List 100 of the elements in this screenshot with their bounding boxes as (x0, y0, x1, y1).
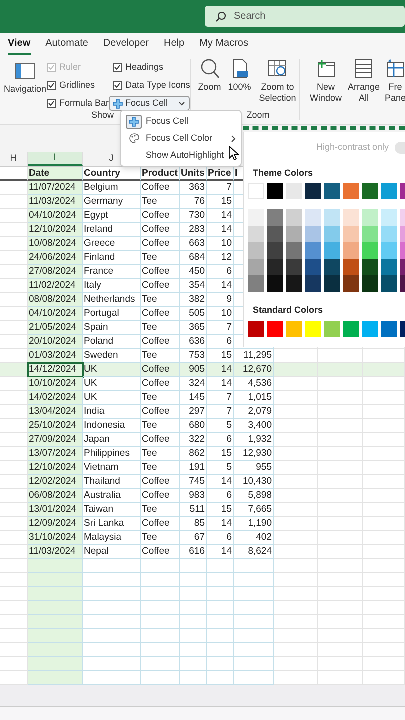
empty-cell (363, 517, 405, 531)
color-swatch[interactable] (362, 183, 378, 199)
color-swatch[interactable] (305, 183, 321, 199)
color-swatch[interactable] (305, 209, 321, 226)
color-swatch[interactable] (343, 275, 359, 292)
table-cell: 15 (207, 503, 234, 517)
empty-cell (28, 657, 83, 671)
color-swatch[interactable] (286, 242, 302, 258)
empty-cell (274, 587, 318, 601)
color-swatch[interactable] (305, 226, 321, 242)
color-swatch[interactable] (267, 275, 283, 292)
color-swatch[interactable] (248, 183, 264, 199)
table-cell: 11/02/2024 (28, 279, 83, 293)
table-cell: Philippines (83, 447, 141, 461)
ribbon-tab[interactable]: Automate (46, 36, 88, 55)
ribbon-tab[interactable]: Developer (103, 36, 150, 55)
search-field[interactable]: Search (205, 6, 405, 27)
color-swatch[interactable] (305, 320, 321, 336)
empty-cell (318, 419, 363, 433)
checkbox[interactable]: Gridlines (46, 78, 113, 93)
checkmark-icon (114, 64, 121, 71)
color-swatch[interactable] (248, 209, 264, 226)
color-swatch[interactable] (381, 209, 397, 226)
color-swatch[interactable] (381, 242, 397, 258)
group-label: Zoom (246, 108, 270, 122)
menu-item[interactable]: Focus Cell (121, 113, 241, 130)
color-swatch[interactable] (343, 183, 359, 199)
color-swatch[interactable] (324, 258, 340, 275)
color-swatch[interactable] (305, 275, 321, 292)
empty-cell (234, 601, 274, 615)
checkbox[interactable]: Data Type Icons (112, 78, 190, 93)
focus-cell-button[interactable]: Focus Cell (108, 96, 190, 111)
color-swatch[interactable] (267, 242, 283, 258)
navigation-button[interactable]: Navigation (4, 59, 47, 113)
color-swatch[interactable] (267, 226, 283, 242)
ribbon-button[interactable]: Arrange All (347, 59, 381, 104)
color-swatch[interactable] (324, 183, 340, 199)
empty-cell (274, 447, 318, 461)
checkbox[interactable]: Headings (112, 60, 190, 75)
menu-item[interactable]: Focus Cell Color (121, 130, 241, 147)
color-swatch[interactable] (343, 209, 359, 226)
color-swatch[interactable] (343, 242, 359, 258)
color-swatch[interactable] (324, 209, 340, 226)
color-swatch[interactable] (362, 275, 378, 292)
color-swatch[interactable] (248, 242, 264, 258)
empty-cell (141, 615, 180, 629)
color-swatch[interactable] (381, 226, 397, 242)
color-swatch[interactable] (267, 258, 283, 275)
table-cell: 10/10/2024 (28, 377, 83, 391)
table-cell: 862 (180, 447, 207, 461)
color-swatch[interactable] (362, 209, 378, 226)
color-swatch[interactable] (381, 275, 397, 292)
color-swatch[interactable] (248, 275, 264, 292)
empty-cell (363, 587, 405, 601)
table-cell: 14 (207, 223, 234, 237)
empty-cell (363, 559, 405, 573)
color-swatch[interactable] (267, 209, 283, 226)
color-swatch[interactable] (324, 242, 340, 258)
color-swatch[interactable] (343, 258, 359, 275)
table-cell: 2,079 (234, 405, 274, 419)
empty-cell (234, 573, 274, 587)
ribbon-button[interactable]: New Window (309, 59, 343, 104)
ribbon-button[interactable]: Zoom to Selection (256, 59, 299, 104)
table-cell: Tee (141, 391, 180, 405)
color-swatch[interactable] (324, 275, 340, 292)
color-swatch[interactable] (343, 226, 359, 242)
color-swatch[interactable] (286, 275, 302, 292)
color-swatch[interactable] (362, 242, 378, 258)
color-swatch[interactable] (324, 226, 340, 242)
color-swatch[interactable] (267, 183, 283, 199)
color-swatch[interactable] (362, 226, 378, 242)
color-swatch[interactable] (267, 320, 283, 336)
color-swatch[interactable] (286, 209, 302, 226)
table-cell: 9 (207, 293, 234, 307)
table-cell: 12 (207, 251, 234, 265)
color-swatch[interactable] (248, 226, 264, 242)
color-swatch[interactable] (381, 258, 397, 275)
column-header[interactable]: I (28, 152, 83, 166)
ribbon-tab[interactable]: Help (164, 36, 185, 55)
color-swatch[interactable] (381, 183, 397, 199)
color-swatch[interactable] (286, 258, 302, 275)
color-swatch[interactable] (343, 320, 359, 336)
color-swatch[interactable] (305, 258, 321, 275)
color-swatch[interactable] (248, 258, 264, 275)
toggle-switch[interactable] (395, 142, 405, 154)
ribbon-tab[interactable]: My Macros (200, 36, 248, 55)
ribbon-button[interactable]: 100% (226, 59, 253, 93)
empty-cell (318, 517, 363, 531)
color-swatch[interactable] (305, 242, 321, 258)
table-cell: 67 (180, 531, 207, 545)
empty-cell (28, 643, 83, 657)
color-swatch[interactable] (324, 320, 340, 336)
color-swatch[interactable] (381, 320, 397, 336)
ribbon-button[interactable]: Zoom (196, 59, 223, 93)
table-cell: Sri Lanka (83, 517, 141, 531)
color-swatch[interactable] (286, 320, 302, 336)
color-swatch[interactable] (248, 320, 264, 336)
color-swatch[interactable] (286, 226, 302, 242)
color-swatch[interactable] (362, 258, 378, 275)
color-swatch[interactable] (362, 320, 378, 336)
